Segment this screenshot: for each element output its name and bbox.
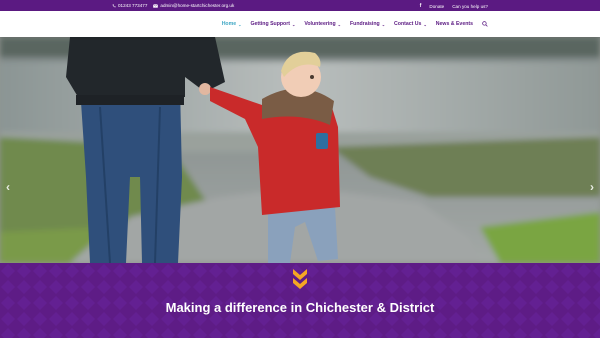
nav-label: Home <box>221 21 237 27</box>
chevron-right-icon: › <box>590 180 594 194</box>
email-link[interactable]: admin@home-startchichester.org.uk <box>153 3 234 8</box>
chevron-down-icon: ⌄ <box>291 21 296 27</box>
main-nav: Home ⌄ Getting Support ⌄ Volunteering ⌄ … <box>222 21 488 27</box>
nav-label: News & Events <box>435 21 473 27</box>
phone-icon <box>112 3 116 7</box>
phone-number: 01243 773477 <box>118 3 148 8</box>
hero-photo <box>0 37 600 263</box>
search-icon[interactable] <box>482 21 488 27</box>
email-address: admin@home-startchichester.org.uk <box>160 3 235 8</box>
chevron-down-icon: ⌄ <box>238 21 242 27</box>
site-header: Home ⌄ Getting Support ⌄ Volunteering ⌄ … <box>0 11 600 37</box>
facebook-icon[interactable]: f <box>420 3 422 9</box>
nav-item-news-events[interactable]: News & Events <box>436 21 473 27</box>
donate-link[interactable]: Donate <box>429 4 444 9</box>
contact-info: 01243 773477 admin@home-startchichester.… <box>112 3 234 8</box>
chevron-down-icon: ⌄ <box>337 21 341 27</box>
nav-label: Contact Us <box>394 21 422 27</box>
slider-next-button[interactable]: › <box>590 180 594 194</box>
slider-prev-button[interactable]: ‹ <box>6 180 10 194</box>
chevron-down-icon: ⌄ <box>423 21 427 27</box>
envelope-icon <box>153 3 159 8</box>
nav-item-home[interactable]: Home ⌄ <box>222 21 242 27</box>
tagline-band: Making a difference in Chichester & Dist… <box>0 263 600 338</box>
nav-item-contact-us[interactable]: Contact Us ⌄ <box>394 21 427 27</box>
nav-label: Getting Support <box>250 21 290 27</box>
top-bar: 01243 773477 admin@home-startchichester.… <box>0 0 600 11</box>
phone-link[interactable]: 01243 773477 <box>112 3 147 8</box>
double-chevron-down-icon <box>293 269 307 289</box>
nav-label: Fundraising <box>350 21 380 27</box>
nav-label: Volunteering <box>304 21 336 27</box>
chevron-left-icon: ‹ <box>6 180 10 194</box>
top-right-links: f Donate Can you help us? <box>420 3 488 9</box>
chevron-down-icon: ⌄ <box>381 21 386 27</box>
hero-slider: ‹ › <box>0 37 600 263</box>
help-link[interactable]: Can you help us? <box>452 4 488 9</box>
nav-item-fundraising[interactable]: Fundraising ⌄ <box>350 21 385 27</box>
nav-item-volunteering[interactable]: Volunteering ⌄ <box>304 21 341 27</box>
tagline-heading: Making a difference in Chichester & Dist… <box>165 300 435 315</box>
nav-item-getting-support[interactable]: Getting Support ⌄ <box>250 21 295 27</box>
